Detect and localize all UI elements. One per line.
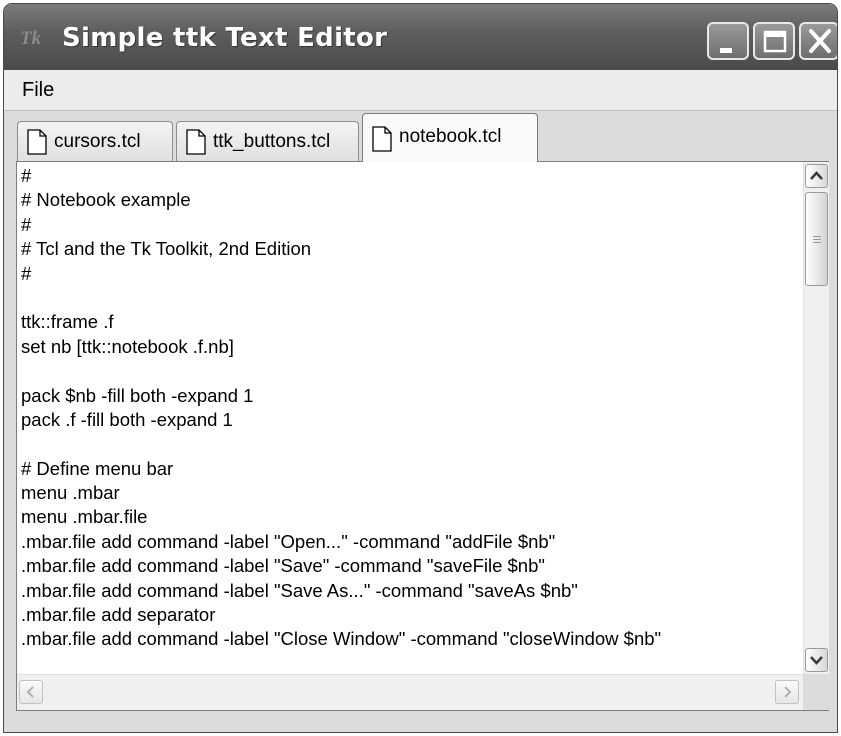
- tab-notebook-tcl[interactable]: notebook.tcl: [362, 113, 538, 162]
- horizontal-scrollbar[interactable]: [17, 674, 803, 710]
- tab-label: notebook.tcl: [399, 126, 502, 147]
- document-icon: [372, 126, 392, 152]
- editor-pane: # # Notebook example # # Tcl and the Tk …: [16, 161, 829, 711]
- vertical-scrollbar[interactable]: [803, 162, 829, 674]
- code-line: #: [21, 165, 32, 186]
- scroll-left-button[interactable]: [19, 680, 43, 704]
- grip-icon: [813, 236, 821, 237]
- tk-logo-icon: Tk: [20, 28, 42, 49]
- window-title: Simple ttk Text Editor: [62, 23, 388, 53]
- menu-bar: File: [4, 70, 837, 111]
- code-line: # Tcl and the Tk Toolkit, 2nd Edition: [21, 238, 312, 260]
- title-bar[interactable]: Tk Simple ttk Text Editor: [4, 4, 837, 70]
- tab-cursors-tcl[interactable]: cursors.tcl: [17, 121, 173, 161]
- code-line: menu .mbar.file: [21, 506, 148, 528]
- code-line: pack $nb -fill both -expand 1: [21, 384, 254, 406]
- text-editor[interactable]: # # Notebook example # # Tcl and the Tk …: [21, 164, 796, 672]
- code-line: .mbar.file add command -label "Close Win…: [21, 628, 662, 650]
- tab-label: ttk_buttons.tcl: [213, 131, 331, 152]
- document-icon: [27, 129, 47, 155]
- code-line: #: [21, 213, 32, 235]
- chevron-down-icon: [810, 656, 823, 665]
- chevron-up-icon: [810, 171, 823, 180]
- code-line: .mbar.file add separator: [21, 604, 216, 626]
- code-line: ttk::frame .f: [21, 311, 114, 333]
- vertical-scroll-thumb[interactable]: [805, 192, 828, 286]
- minimize-button[interactable]: [707, 22, 749, 60]
- code-line: set nb [ttk::notebook .f.nb]: [21, 335, 234, 357]
- code-line: .mbar.file add command -label "Open..." …: [21, 530, 556, 552]
- scroll-down-button[interactable]: [805, 648, 828, 672]
- maximize-icon: [763, 30, 787, 53]
- close-icon: [809, 29, 831, 53]
- close-button[interactable]: [799, 22, 837, 60]
- chevron-left-icon: [26, 686, 34, 698]
- chevron-right-icon: [784, 686, 792, 698]
- code-line: # Notebook example: [21, 189, 191, 211]
- code-line: pack .f -fill both -expand 1: [21, 408, 233, 430]
- app-window: Tk Simple ttk Text Editor File cursors.t…: [3, 3, 838, 733]
- scrollbar-corner: [803, 674, 829, 710]
- tab-ttk-buttons-tcl[interactable]: ttk_buttons.tcl: [176, 121, 359, 161]
- document-icon: [186, 129, 206, 155]
- code-line: # Define menu bar: [21, 457, 174, 479]
- code-line: menu .mbar: [21, 482, 120, 504]
- maximize-button[interactable]: [753, 22, 795, 60]
- scroll-up-button[interactable]: [805, 164, 828, 188]
- code-line: .mbar.file add command -label "Save As..…: [21, 579, 578, 601]
- code-line: .mbar.file add command -label "Save" -co…: [21, 555, 545, 577]
- minimize-icon: [720, 48, 732, 53]
- scroll-right-button[interactable]: [775, 680, 799, 704]
- tab-label: cursors.tcl: [54, 131, 141, 152]
- notebook-tab-strip: cursors.tcl ttk_buttons.tcl notebook.tcl: [4, 111, 837, 162]
- code-line: #: [21, 262, 32, 284]
- menu-file[interactable]: File: [22, 79, 54, 102]
